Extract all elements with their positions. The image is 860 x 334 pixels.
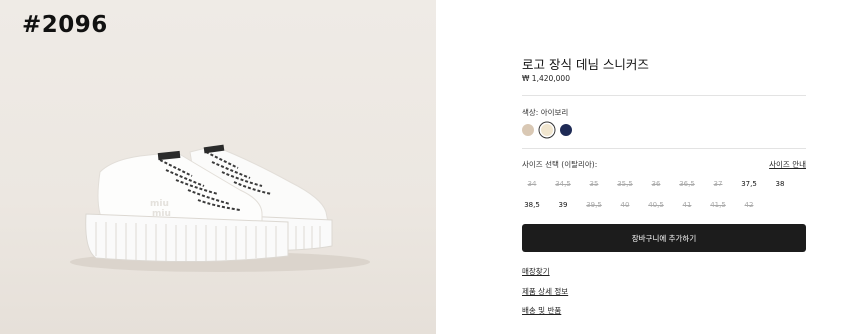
color-swatch-beige[interactable] (522, 124, 534, 136)
divider (522, 148, 806, 149)
divider (522, 95, 806, 96)
color-swatch-ivory[interactable] (541, 124, 553, 136)
product-title: 로고 장식 데님 스니커즈 (522, 57, 649, 72)
color-swatch-navy[interactable] (560, 124, 572, 136)
shipping-returns-link[interactable]: 배송 및 반품 (522, 305, 561, 316)
product-details-link[interactable]: 제품 상세 정보 (522, 286, 568, 297)
product-image: #2096 miu miu (0, 0, 436, 334)
add-to-cart-button[interactable]: 장바구니에 추가하기 (522, 224, 806, 252)
store-locator-link[interactable]: 매장찾기 (522, 266, 550, 277)
product-price: ₩ 1,420,000 (522, 74, 570, 83)
color-label: 색상: 아이보리 (522, 108, 569, 117)
size-option[interactable]: 42 (731, 201, 767, 209)
svg-text:miu: miu (152, 209, 171, 219)
product-panel: 로고 장식 데님 스니커즈 ₩ 1,420,000 색상: 아이보리 사이즈 선… (522, 0, 806, 334)
size-option[interactable]: 38 (762, 180, 798, 188)
svg-text:miu: miu (150, 199, 169, 209)
sneaker-illustration: miu miu (70, 144, 370, 272)
size-guide-link[interactable]: 사이즈 안내 (769, 159, 806, 170)
size-label: 사이즈 선택 (이탈리아): (522, 160, 598, 169)
